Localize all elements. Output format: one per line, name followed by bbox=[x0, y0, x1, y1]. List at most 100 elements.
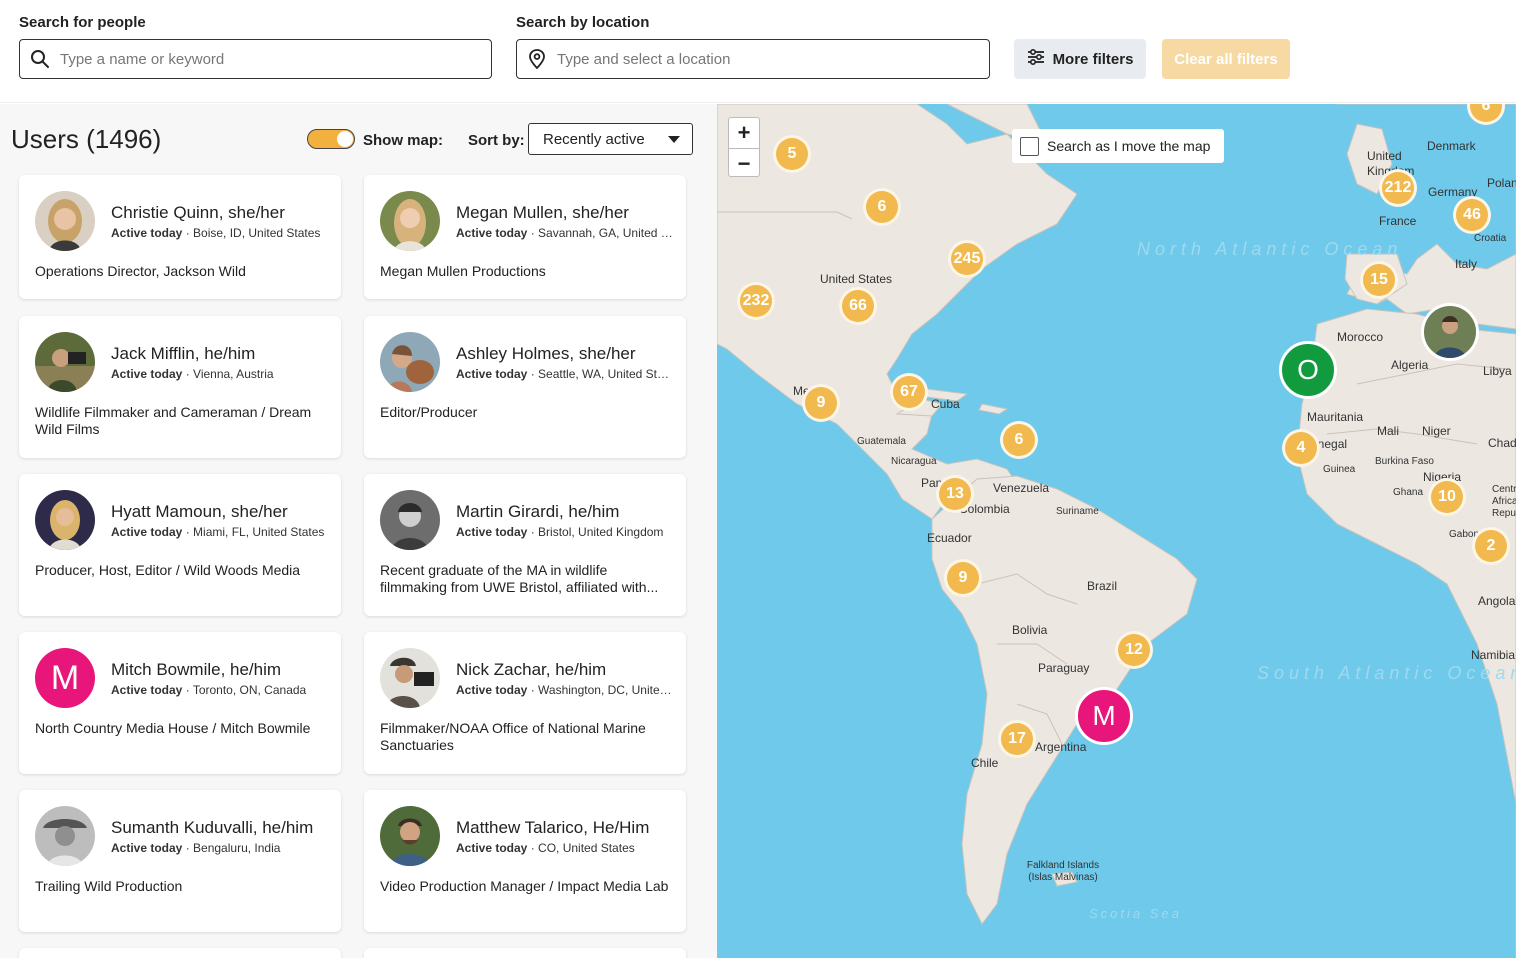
user-name[interactable]: Mitch Bowmile, he/him bbox=[111, 660, 281, 680]
map-cluster[interactable]: 212 bbox=[1379, 169, 1417, 207]
user-marker-photo[interactable] bbox=[1421, 303, 1479, 361]
map-view[interactable]: + − Search as I move the map North Atlan… bbox=[717, 104, 1516, 958]
user-card[interactable] bbox=[19, 948, 341, 958]
user-card[interactable]: M Mitch Bowmile, he/him Active today · T… bbox=[19, 632, 341, 774]
map-label: Niger bbox=[1422, 424, 1451, 438]
user-meta: Active today · Boise, ID, United States bbox=[111, 226, 321, 240]
sort-value: Recently active bbox=[543, 130, 645, 148]
map-cluster[interactable]: 12 bbox=[1115, 631, 1153, 669]
activity-status: Active today bbox=[111, 226, 183, 240]
user-name[interactable]: Nick Zachar, he/him bbox=[456, 660, 606, 680]
map-cluster[interactable]: 9 bbox=[944, 559, 982, 597]
user-card[interactable]: Matthew Talarico, He/Him Active today · … bbox=[364, 790, 686, 932]
user-location: Seattle, WA, United States bbox=[538, 367, 674, 381]
user-card[interactable]: Hyatt Mamoun, she/her Active today · Mia… bbox=[19, 474, 341, 616]
zoom-out-button[interactable]: − bbox=[729, 148, 759, 178]
user-card[interactable]: Jack Mifflin, he/him Active today · Vien… bbox=[19, 316, 341, 458]
avatar-initial[interactable]: M bbox=[35, 648, 95, 708]
map-cluster[interactable]: 9 bbox=[802, 384, 840, 422]
user-meta: Active today · Miami, FL, United States bbox=[111, 525, 325, 539]
user-name[interactable]: Matthew Talarico, He/Him bbox=[456, 818, 649, 838]
user-location: Bengaluru, India bbox=[193, 841, 281, 855]
map-cluster[interactable]: 232 bbox=[737, 282, 775, 320]
map-label: Ghana bbox=[1393, 487, 1424, 498]
user-card[interactable] bbox=[364, 948, 686, 958]
map-label: Cuba bbox=[931, 397, 960, 411]
map-cluster[interactable]: 13 bbox=[936, 475, 974, 513]
user-location: Bristol, United Kingdom bbox=[538, 525, 664, 539]
map-label: United States bbox=[820, 272, 893, 286]
user-name[interactable]: Hyatt Mamoun, she/her bbox=[111, 502, 288, 522]
avatar[interactable] bbox=[380, 806, 440, 866]
clear-filters-button[interactable]: Clear all filters bbox=[1162, 39, 1290, 79]
location-search-field[interactable] bbox=[516, 39, 990, 79]
people-search-label: Search for people bbox=[19, 14, 146, 31]
activity-status: Active today bbox=[111, 525, 183, 539]
user-name[interactable]: Megan Mullen, she/her bbox=[456, 203, 629, 223]
map-label: Paraguay bbox=[1038, 661, 1090, 675]
user-card[interactable]: Nick Zachar, he/him Active today · Washi… bbox=[364, 632, 686, 774]
user-description: Operations Director, Jackson Wild bbox=[35, 263, 246, 279]
user-description: Producer, Host, Editor / Wild Woods Medi… bbox=[35, 562, 301, 578]
user-description: Editor/Producer bbox=[380, 404, 478, 420]
search-as-move-toggle[interactable]: Search as I move the map bbox=[1012, 129, 1224, 163]
user-name[interactable]: Sumanth Kuduvalli, he/him bbox=[111, 818, 313, 838]
user-description: North Country Media House / Mitch Bowmil… bbox=[35, 720, 311, 736]
user-card[interactable]: Ashley Holmes, she/her Active today · Se… bbox=[364, 316, 686, 458]
user-card[interactable]: Megan Mullen, she/her Active today · Sav… bbox=[364, 175, 686, 299]
activity-status: Active today bbox=[111, 841, 183, 855]
map-label: Morocco bbox=[1337, 330, 1384, 344]
map-cluster[interactable]: 17 bbox=[998, 720, 1036, 758]
map-cluster[interactable]: 67 bbox=[890, 373, 928, 411]
avatar[interactable] bbox=[35, 332, 95, 392]
avatar[interactable] bbox=[380, 648, 440, 708]
user-marker[interactable]: M bbox=[1075, 687, 1133, 745]
avatar[interactable] bbox=[35, 806, 95, 866]
avatar[interactable] bbox=[35, 490, 95, 550]
user-name[interactable]: Christie Quinn, she/her bbox=[111, 203, 285, 223]
sort-select[interactable]: Recently active bbox=[528, 123, 693, 155]
search-as-move-checkbox[interactable] bbox=[1020, 136, 1039, 156]
map-cluster[interactable]: 5 bbox=[773, 135, 811, 173]
user-meta: Active today · Savannah, GA, United Stat… bbox=[456, 226, 674, 240]
user-name[interactable]: Martin Girardi, he/him bbox=[456, 502, 619, 522]
map-cluster[interactable]: 245 bbox=[948, 240, 986, 278]
user-description: Video Production Manager / Impact Media … bbox=[380, 878, 669, 894]
map-cluster[interactable]: 6 bbox=[863, 188, 901, 226]
location-search-input[interactable] bbox=[557, 50, 989, 68]
map-cluster[interactable]: 4 bbox=[1282, 429, 1320, 467]
user-name[interactable]: Jack Mifflin, he/him bbox=[111, 344, 255, 364]
avatar[interactable] bbox=[380, 191, 440, 251]
user-card[interactable]: Christie Quinn, she/her Active today · B… bbox=[19, 175, 341, 299]
user-marker[interactable]: O bbox=[1279, 341, 1337, 399]
more-filters-button[interactable]: More filters bbox=[1014, 39, 1146, 79]
show-map-label: Show map: bbox=[363, 132, 444, 149]
map-label: Suriname bbox=[1056, 506, 1099, 517]
filter-sliders-icon bbox=[1027, 48, 1045, 69]
user-list-panel: Users (1496) Show map: Sort by: Recently… bbox=[0, 104, 717, 958]
map-label: Algeria bbox=[1391, 358, 1429, 372]
avatar[interactable] bbox=[380, 332, 440, 392]
map-cluster[interactable]: 46 bbox=[1453, 196, 1491, 234]
avatar[interactable] bbox=[35, 191, 95, 251]
people-search-field[interactable] bbox=[19, 39, 492, 79]
map-cluster[interactable]: 66 bbox=[839, 287, 877, 325]
user-card[interactable]: Martin Girardi, he/him Active today · Br… bbox=[364, 474, 686, 616]
zoom-in-button[interactable]: + bbox=[729, 118, 759, 148]
map-cluster[interactable]: 2 bbox=[1472, 527, 1510, 565]
users-count-title: Users (1496) bbox=[11, 124, 162, 154]
activity-status: Active today bbox=[456, 841, 528, 855]
location-search-label: Search by location bbox=[516, 14, 650, 31]
sort-label: Sort by: bbox=[468, 132, 525, 149]
user-name[interactable]: Ashley Holmes, she/her bbox=[456, 344, 636, 364]
user-card[interactable]: Sumanth Kuduvalli, he/him Active today ·… bbox=[19, 790, 341, 932]
people-search-input[interactable] bbox=[60, 50, 491, 68]
map-cluster[interactable]: 10 bbox=[1428, 478, 1466, 516]
map-label: Namibia bbox=[1471, 648, 1516, 662]
avatar[interactable] bbox=[380, 490, 440, 550]
map-cluster[interactable]: 6 bbox=[1000, 421, 1038, 459]
map-cluster[interactable]: 15 bbox=[1360, 261, 1398, 299]
search-icon bbox=[20, 40, 60, 78]
show-map-toggle[interactable] bbox=[307, 129, 355, 149]
activity-status: Active today bbox=[111, 367, 183, 381]
